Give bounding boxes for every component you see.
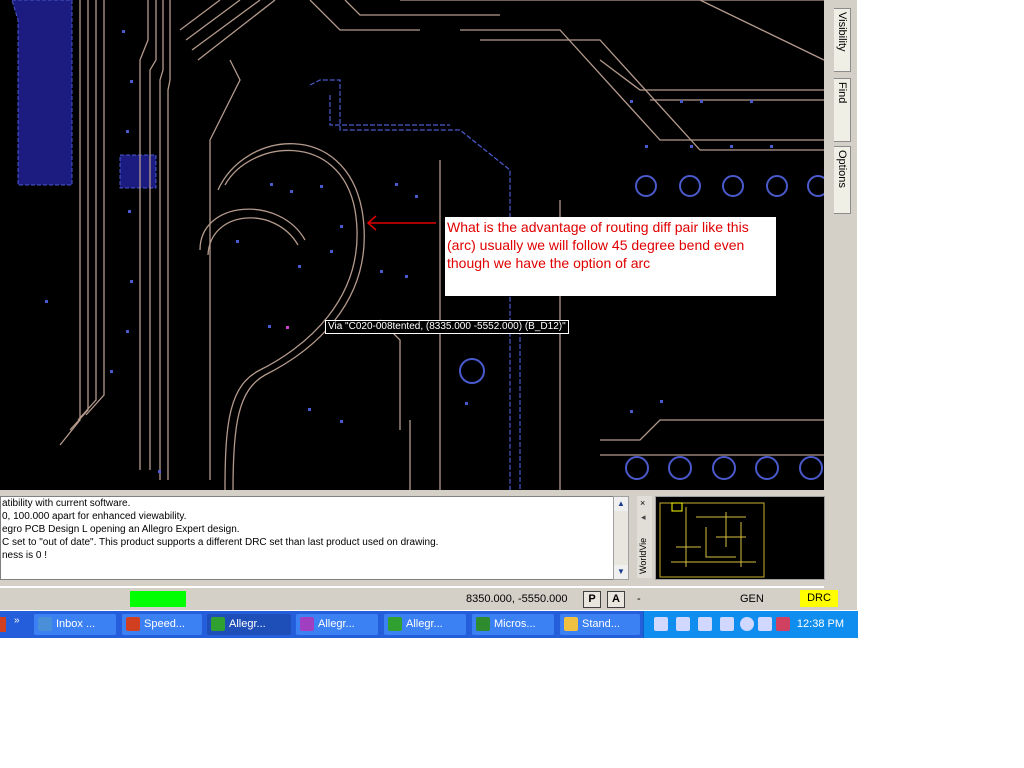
console-line: egro PCB Design L opening an Allegro Exp… [2, 524, 240, 535]
tray-window-icon[interactable] [720, 617, 734, 631]
command-console: atibility with current software. 0, 100.… [0, 490, 857, 586]
console-line: C set to "out of date". This product sup… [2, 537, 439, 548]
tray-chat-icon[interactable] [676, 617, 690, 631]
status-dash: - [637, 593, 641, 605]
start-edge[interactable] [0, 617, 6, 632]
excel-icon [476, 617, 490, 632]
quicklaunch-chevron-icon[interactable]: » [14, 615, 20, 626]
outlook-icon [38, 617, 52, 632]
task-folder[interactable]: Stand... [560, 614, 640, 635]
task-label: Micros... [494, 618, 536, 630]
task-label: Allegr... [318, 618, 355, 630]
tray-app-icon[interactable] [776, 617, 790, 631]
console-scrollbar[interactable]: ▲ ▼ [613, 496, 629, 580]
worldview-thumbnail [659, 502, 765, 578]
tray-help-icon[interactable] [698, 617, 712, 631]
speed-icon [126, 617, 140, 632]
progress-indicator [130, 591, 186, 607]
task-allegro-3[interactable]: Allegr... [384, 614, 466, 635]
worldview-map[interactable] [655, 496, 825, 580]
cursor-coordinates: 8350.000, -5550.000 [466, 593, 568, 605]
taskbar: » Inbox ... Speed... Allegr... Allegr...… [0, 611, 858, 638]
mode-indicator: GEN [740, 593, 764, 605]
task-inbox[interactable]: Inbox ... [34, 614, 116, 635]
tab-find-label: Find [836, 82, 848, 104]
tab-visibility[interactable]: Visibility [834, 8, 851, 72]
allegro-icon [211, 617, 225, 632]
clock: 12:38 PM [796, 618, 844, 630]
a-button[interactable]: A [607, 591, 625, 608]
task-label: Speed... [144, 618, 185, 630]
p-button[interactable]: P [583, 591, 601, 608]
console-output[interactable]: atibility with current software. 0, 100.… [0, 496, 614, 580]
drc-indicator[interactable]: DRC [800, 590, 838, 607]
collapse-icon[interactable]: ◂ [641, 512, 646, 523]
task-allegro-1[interactable]: Allegr... [207, 614, 291, 635]
annotation-note: What is the advantage of routing diff pa… [445, 217, 776, 296]
console-line: 0, 100.000 apart for enhanced viewabilit… [2, 511, 187, 522]
task-excel[interactable]: Micros... [472, 614, 554, 635]
task-label: Allegr... [406, 618, 443, 630]
scroll-up-icon[interactable]: ▲ [614, 497, 628, 511]
scroll-down-icon[interactable]: ▼ [614, 565, 628, 579]
tab-visibility-label: Visibility [836, 12, 848, 52]
allegro-icon [300, 617, 314, 632]
tab-find[interactable]: Find [834, 78, 851, 142]
allegro-icon [388, 617, 402, 632]
task-speed[interactable]: Speed... [122, 614, 202, 635]
task-label: Allegr... [229, 618, 266, 630]
system-tray: 12:38 PM [643, 611, 858, 638]
tab-options[interactable]: Options [834, 146, 851, 214]
task-label: Inbox ... [56, 618, 96, 630]
status-bar: 8350.000, -5550.000 P A - GEN DRC [0, 588, 857, 610]
via-tooltip: Via "C020-008tented, (8335.000 -5552.000… [325, 320, 569, 334]
close-icon[interactable]: × [640, 498, 645, 508]
pcb-canvas[interactable]: What is the advantage of routing diff pa… [0, 0, 824, 490]
task-label: Stand... [582, 618, 620, 630]
tray-tool-icon[interactable] [654, 617, 668, 631]
task-allegro-2[interactable]: Allegr... [296, 614, 378, 635]
folder-icon [564, 617, 578, 632]
console-line: atibility with current software. [2, 498, 131, 509]
tab-options-label: Options [836, 150, 848, 188]
console-line: ness is 0 ! [2, 550, 48, 561]
worldview-label: WorldVie [638, 537, 648, 574]
tray-network-icon[interactable] [758, 617, 772, 631]
tray-expand-icon[interactable] [740, 617, 754, 631]
worldview-header: × ◂ WorldVie [637, 496, 652, 578]
